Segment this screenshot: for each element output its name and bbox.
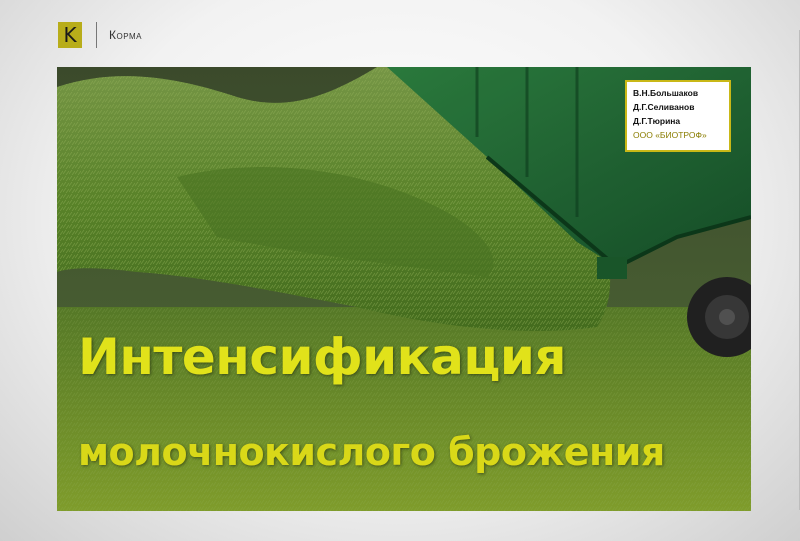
authors-box: В.Н.Большаков Д.Г.Селиванов Д.Г.Тюрина О… — [625, 80, 731, 152]
header-divider — [96, 22, 97, 48]
magazine-logo[interactable]: K — [58, 22, 82, 48]
article-title: Интенсификация — [78, 328, 567, 386]
article-subtitle: молочнокислого брожения — [78, 430, 665, 474]
author-name: Д.Г.Селиванов — [633, 102, 695, 112]
author-organization: ООО «БИОТРОФ» — [633, 130, 707, 140]
author-name: Д.Г.Тюрина — [633, 116, 681, 126]
author-name: В.Н.Большаков — [633, 88, 699, 98]
section-label: Корма — [109, 28, 142, 42]
page-header: K Корма — [58, 20, 142, 50]
